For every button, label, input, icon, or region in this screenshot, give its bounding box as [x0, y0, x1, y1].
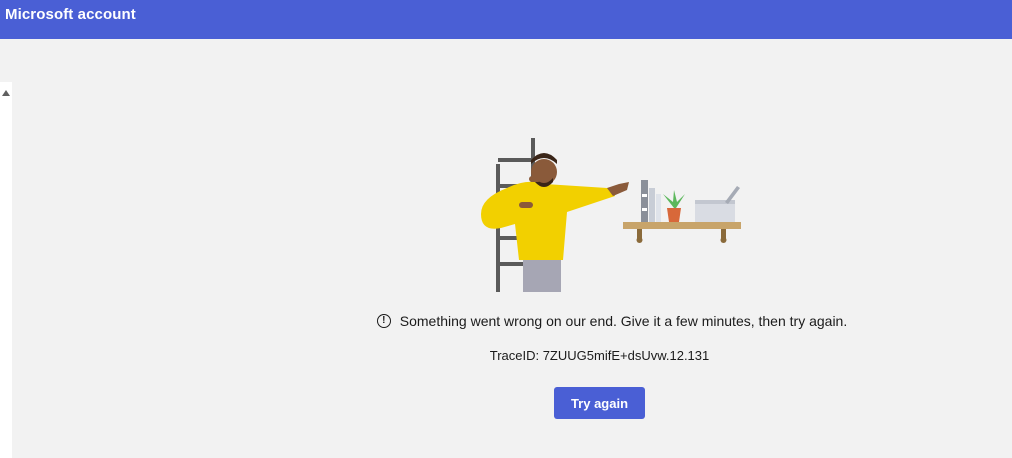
error-illustration	[481, 138, 741, 292]
scroll-up-arrow-icon[interactable]	[2, 90, 10, 96]
error-page: ! Something went wrong on our end. Give …	[12, 82, 1012, 458]
error-message-text: Something went wrong on our end. Give it…	[399, 313, 848, 329]
try-again-button[interactable]: Try again	[554, 387, 645, 419]
window-title: Microsoft account	[5, 6, 136, 23]
error-message: ! Something went wrong on our end. Give …	[362, 310, 862, 332]
vertical-scrollbar[interactable]	[0, 82, 12, 458]
shelf-illustration	[623, 180, 741, 243]
header-spacer	[0, 39, 1012, 82]
title-bar: Microsoft account	[0, 0, 1012, 39]
trace-id: TraceID: 7ZUUG5mifE+dsUvw.12.131	[489, 348, 710, 363]
info-circle-icon: !	[376, 314, 391, 328]
person-illustration	[481, 153, 629, 292]
